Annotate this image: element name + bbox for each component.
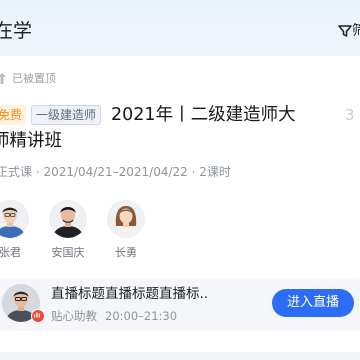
free-badge: 免费: [0, 105, 27, 125]
teacher-name: 长勇: [115, 246, 137, 259]
pinned-label: 已被置顶: [12, 72, 56, 85]
course-title[interactable]: 2021年丨二级建造师大: [111, 103, 296, 127]
teacher-avatar: [107, 200, 145, 238]
filter-icon[interactable]: [337, 23, 353, 39]
assistant-label: 贴心助教: [51, 309, 97, 323]
live-time: 20:00–21:30: [105, 309, 178, 323]
teacher-avatar: [49, 200, 87, 238]
live-title: 直播标题直播标题直播标..: [51, 286, 209, 302]
teacher-item[interactable]: 张君: [0, 200, 41, 264]
live-details: 贴心助教 20:00–21:30: [51, 308, 177, 324]
category-badge: 一级建造师: [31, 105, 102, 125]
course-title-row: 免费 一级建造师 2021年丨二级建造师大: [0, 103, 296, 127]
teacher-avatar: [0, 200, 29, 238]
teacher-name: 安国庆: [51, 246, 85, 259]
course-meta: 正式课 · 2021/04/21–2021/04/22 · 2课时: [0, 165, 231, 179]
teacher-item[interactable]: 安国庆: [39, 200, 99, 264]
page-title: 在学: [0, 20, 33, 42]
teacher-item[interactable]: 长勇: [97, 200, 157, 264]
next-card-peek: 3: [345, 106, 355, 124]
live-indicator-icon: [31, 309, 45, 323]
teacher-name: 张君: [0, 246, 21, 259]
top-bar: 在学 筛: [0, 0, 360, 54]
page: 在学 筛 已被置顶 免费 一级建造师 2021年丨二级建造师大 师精讲班 3 正式课…: [0, 0, 360, 360]
filter-button[interactable]: 筛: [352, 22, 360, 40]
enter-live-button[interactable]: 进入直播: [272, 289, 354, 317]
course-title-continued[interactable]: 师精讲班: [0, 129, 62, 153]
pin-icon: [0, 73, 6, 84]
